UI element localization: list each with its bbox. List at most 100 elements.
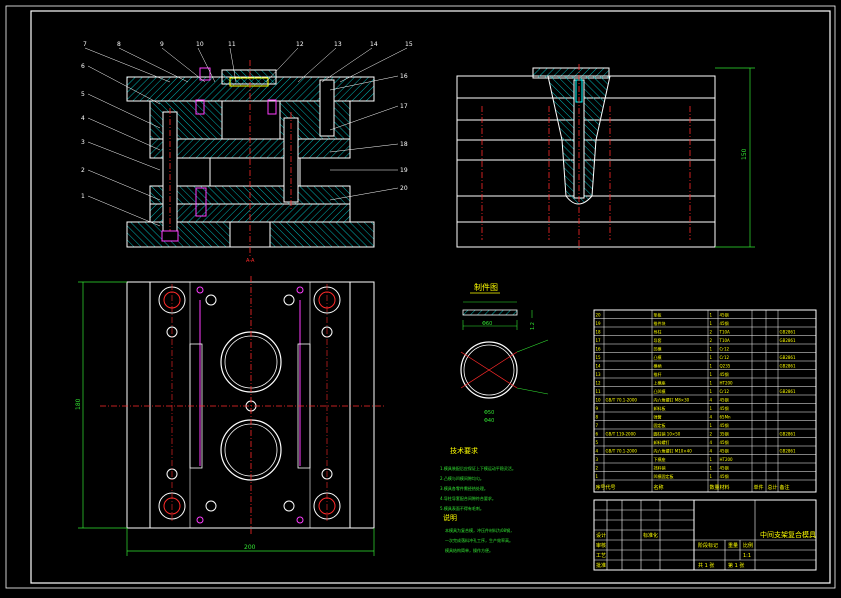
bom-header-cell: 总计 (768, 484, 778, 491)
bom-no: 16 (596, 347, 602, 352)
bom-no: 2 (596, 466, 599, 471)
scale-value: 1:1 (743, 553, 751, 559)
bom-qty: 1 (710, 406, 713, 411)
bom-qty: 1 (710, 321, 713, 326)
tech-line: 4.导柱导套配合间隙符合要求。 (440, 495, 496, 501)
callout-left-5: 5 (81, 91, 85, 98)
callout-left-3: 3 (81, 139, 85, 146)
callout-top-13: 13 (334, 41, 342, 48)
bom-no: 10 (596, 398, 602, 403)
bill-of-materials: 20 垫板 1 45钢19 推件块 1 45钢18 导柱 2 T10A GB286117 导套 2 T10… (593, 309, 817, 493)
sheet-number: 第 1 张 (728, 562, 744, 569)
bom-qty: 2 (710, 338, 713, 343)
callout-right-19: 19 (400, 167, 408, 174)
callout-left-6: 6 (81, 63, 85, 70)
bom-qty: 4 (710, 440, 713, 445)
sheet-total: 共 1 张 (698, 562, 714, 569)
bom-material: T10A (719, 338, 731, 343)
bom-note: GB2861 (780, 432, 796, 437)
bom-no: 9 (596, 406, 599, 411)
bom-no: 17 (596, 338, 602, 343)
plan-height-dim: 180 (75, 398, 82, 410)
bom-qty: 4 (710, 449, 713, 454)
callout-top-14: 14 (370, 41, 378, 48)
bom-material: 45钢 (720, 473, 729, 479)
bom-qty: 2 (710, 432, 713, 437)
callout-top-12: 12 (296, 41, 304, 48)
bom-material: 45钢 (720, 397, 729, 403)
bom-name: 凸凹模 (654, 388, 666, 394)
bom-header-cell: 序号 (596, 484, 606, 491)
bom-no: 7 (596, 423, 599, 428)
bom-material: Cr12 (720, 355, 730, 360)
callout-right-20: 20 (400, 185, 408, 192)
bom-qty: 1 (710, 381, 713, 386)
bom-no: 5 (596, 440, 599, 445)
bom-material: HT200 (720, 457, 734, 462)
side-height-dim: 150 (741, 148, 748, 160)
leader-line (87, 169, 161, 201)
bom-material: T10A (719, 330, 731, 335)
tech-line: 3.模具各零件需经热处理。 (440, 485, 488, 491)
bom-qty: 1 (710, 466, 713, 471)
drawing-name: 中间支架复合模具 (760, 530, 816, 539)
design-label: 设计 (596, 532, 606, 539)
part-note-2: Φ40 (484, 418, 494, 424)
bom-note: GB2861 (780, 449, 796, 454)
process-label: 工艺 (596, 553, 606, 559)
remark-line: 一次完成落料冲孔工序，生产效率高。 (445, 537, 513, 543)
technical-notes: 技术要求 1.模具装配后应保证上下模运动平稳灵活。 2.凸模与凹模间隙均匀。 3.模… (440, 446, 516, 553)
bom-name: 推杆 (654, 371, 662, 377)
leader-line (87, 195, 161, 227)
bom-no: 12 (596, 381, 602, 386)
bom-no: 8 (596, 415, 599, 420)
bom-name: 挡料销 (654, 465, 666, 471)
bom-note: GB2861 (780, 389, 796, 394)
bom-header-cell: 单件 (754, 484, 764, 491)
bom-note: GB2861 (780, 330, 796, 335)
callout-left-2: 2 (81, 167, 85, 174)
std-label: 标准化 (643, 532, 658, 539)
bom-note: GB2861 (780, 364, 796, 369)
bom-no: 18 (596, 330, 602, 335)
bom-qty: 2 (710, 330, 713, 335)
remark-title: 说明 (443, 513, 457, 522)
bom-qty: 1 (710, 457, 713, 462)
bom-material: HT200 (720, 381, 734, 386)
remark-line: 本模具为复合模，冲压件材料为08钢， (445, 527, 514, 533)
part-title: 制件图 (474, 282, 498, 292)
bom-material: 45钢 (720, 405, 729, 411)
callout-right-17: 17 (400, 103, 408, 110)
part-thick-dim: 1.2 (530, 322, 536, 330)
bom-material: Q235 (720, 364, 731, 369)
side-view: 150 (456, 64, 755, 250)
approve-label: 批准 (596, 562, 606, 569)
bom-no: 13 (596, 372, 602, 377)
bom-material: 45钢 (720, 320, 729, 326)
bom-name: 内六角螺钉 M8×30 (654, 397, 690, 403)
bom-no: 6 (596, 432, 599, 437)
bom-no: 19 (596, 321, 602, 326)
callout-left-4: 4 (81, 115, 85, 122)
bom-name: 圆柱销 10×50 (654, 431, 681, 437)
bom-name: 推件块 (654, 320, 666, 326)
tech-line: 5.模具表面不得有毛刺。 (440, 505, 484, 511)
title-block: 中间支架复合模具 阶段标记 重量 比例 1:1 共 1 张 第 1 张 设计 审… (593, 499, 817, 571)
front-section-view: A-A (126, 60, 375, 264)
callout-top-7: 7 (83, 41, 87, 48)
scale-label: 比例 (743, 542, 753, 549)
bom-qty: 1 (710, 313, 713, 318)
bom-qty: 4 (710, 398, 713, 403)
bom-header-cell: 材料 (720, 484, 730, 491)
bom-header-cell: 代号 (606, 484, 616, 491)
bom-header-cell: 备注 (780, 484, 790, 491)
bom-material: 45钢 (720, 465, 729, 471)
bom-no: 4 (596, 449, 599, 454)
bom-name: 导柱 (654, 329, 662, 335)
bom-no: 15 (596, 355, 602, 360)
plan-width-dim: 200 (244, 544, 256, 551)
bom-qty: 1 (710, 474, 713, 479)
bom-note: GB2861 (780, 338, 796, 343)
bom-code: GB/T 70.1-2000 (606, 398, 638, 403)
callout-top-10: 10 (196, 41, 204, 48)
